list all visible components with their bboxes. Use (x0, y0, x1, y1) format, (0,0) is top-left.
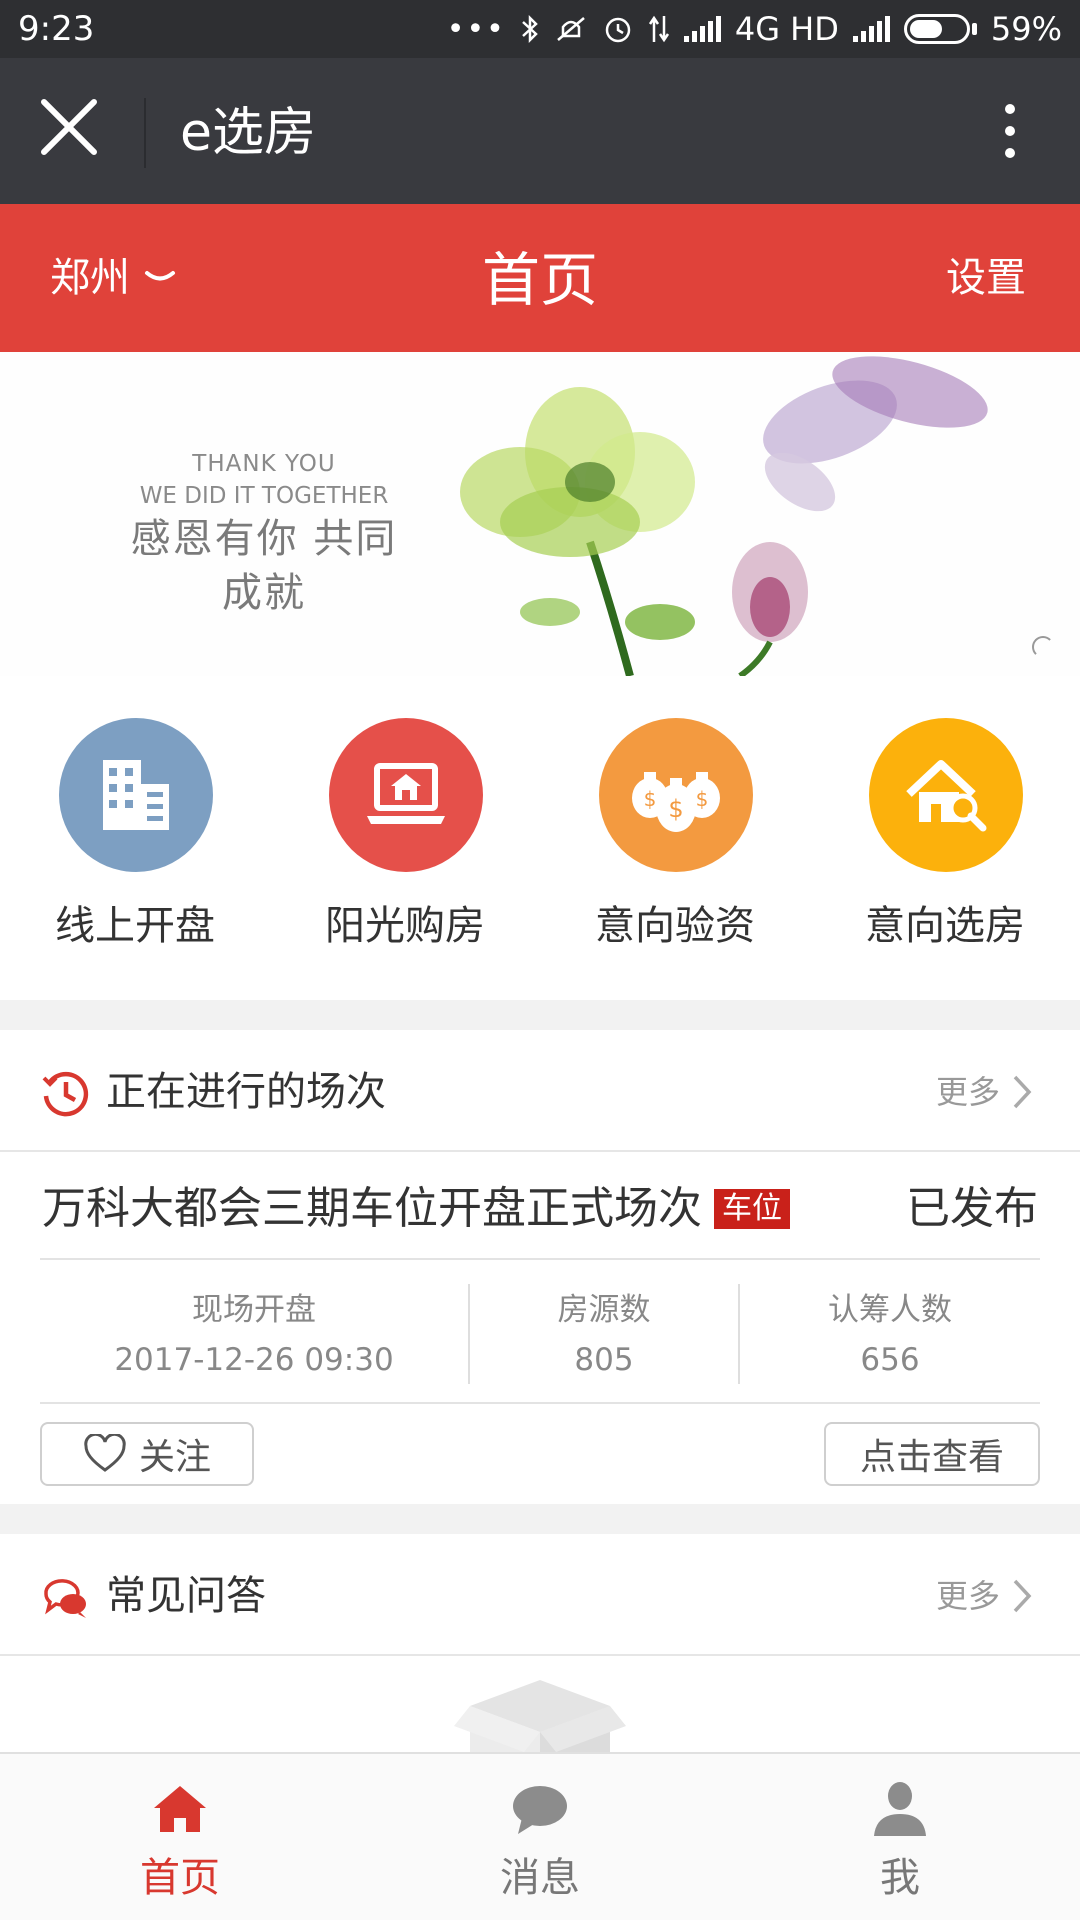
status-time: 9:23 (18, 9, 95, 49)
more-label: 更多 (935, 1073, 1000, 1111)
quick-actions: 线上开盘 阳光购房 $ $ $ 意向验资 意向选房 (0, 676, 1080, 1000)
session-card[interactable]: 万科大都会三期车位开盘正式场次 车位 已发布 现场开盘 2017-12-26 0… (0, 1154, 1080, 1504)
status-bar: 9:23 ••• 4G HD 59% (0, 0, 1080, 58)
status-icons: ••• 4G HD 59% (447, 10, 1062, 48)
user-icon (874, 1782, 926, 1836)
divider (40, 1258, 1040, 1260)
bottom-tab-bar: 首页 消息 我 (0, 1752, 1080, 1920)
tab-messages[interactable]: 消息 (360, 1754, 720, 1920)
mute-icon (557, 17, 585, 41)
sessions-more-link[interactable]: 更多 (936, 1068, 1032, 1116)
banner-line-1: THANK YOU (192, 451, 336, 477)
home-icon (154, 1786, 206, 1832)
money-bags-icon: $ $ $ (599, 718, 753, 872)
session-title: 万科大都会三期车位开盘正式场次 车位 (42, 1176, 790, 1242)
section-gap (0, 1504, 1080, 1534)
page-title: 首页 (481, 246, 598, 314)
session-tag: 车位 (714, 1189, 790, 1229)
svg-text:$: $ (644, 787, 657, 811)
stat-value: 656 (860, 1342, 920, 1378)
signal-icon (852, 16, 890, 42)
faq-more-link[interactable]: 更多 (936, 1572, 1032, 1620)
stat-subscribers: 认筹人数 656 (740, 1278, 1040, 1390)
battery-percent: 59% (990, 10, 1062, 48)
house-search-icon (869, 718, 1023, 872)
tab-label: 首页 (140, 1855, 220, 1901)
faq-header: 常见问答 更多 (0, 1534, 1080, 1656)
banner-line-2: WE DID IT TOGETHER (139, 483, 389, 509)
flower-illustration (460, 356, 988, 676)
svg-text:$: $ (668, 795, 683, 823)
stat-value: 805 (574, 1342, 634, 1378)
heart-icon (84, 1434, 126, 1472)
signal-icon (683, 16, 721, 42)
session-status: 已发布 (906, 1183, 1038, 1234)
faq-empty-state (0, 1656, 1080, 1752)
action-label: 阳光购房 (325, 903, 485, 949)
close-icon (41, 99, 97, 155)
empty-box-icon (454, 1680, 626, 1752)
tab-home[interactable]: 首页 (0, 1754, 360, 1920)
carousel-indicator (1032, 636, 1054, 658)
divider (144, 98, 146, 168)
action-label: 线上开盘 (55, 903, 215, 949)
chat-bubbles-icon (44, 1579, 86, 1618)
action-label: 意向验资 (595, 903, 755, 949)
action-intent-select[interactable]: 意向选房 (810, 676, 1080, 1000)
banner-carousel[interactable]: THANK YOU WE DID IT TOGETHER 感恩有你 共同成就 (0, 352, 1080, 676)
tab-label: 我 (880, 1855, 920, 1901)
more-menu-button[interactable] (980, 96, 1040, 176)
chevron-right-icon (1013, 1579, 1032, 1613)
section-title: 常见问答 (106, 1573, 266, 1619)
banner-line-3: 感恩有你 共同成就 (130, 516, 398, 616)
settings-link[interactable]: 设置 (946, 252, 1026, 304)
page-header: 郑州 首页 设置 (0, 204, 1080, 352)
more-vertical-icon (980, 104, 1040, 158)
section-title: 正在进行的场次 (106, 1069, 386, 1115)
tab-label: 消息 (500, 1855, 580, 1901)
follow-label: 关注 (138, 1437, 211, 1478)
stat-value: 2017-12-26 09:30 (114, 1342, 394, 1378)
stat-label: 现场开盘 (192, 1292, 316, 1328)
stat-label: 认筹人数 (828, 1292, 952, 1328)
alarm-icon (605, 17, 631, 43)
sessions-header: 正在进行的场次 更多 (0, 1030, 1080, 1152)
action-fund-verification[interactable]: $ $ $ 意向验资 (540, 676, 810, 1000)
stat-listings: 房源数 805 (470, 1278, 738, 1390)
more-dots-icon: ••• (446, 11, 506, 47)
svg-text:$: $ (696, 787, 709, 811)
laptop-house-icon (329, 718, 483, 872)
bluetooth-icon (521, 14, 538, 44)
banner-text: THANK YOU WE DID IT TOGETHER 感恩有你 共同成就 (124, 448, 404, 620)
action-sunshine-purchase[interactable]: 阳光购房 (270, 676, 540, 1000)
clock-icon (42, 1071, 89, 1117)
follow-button[interactable]: 关注 (40, 1422, 254, 1486)
battery-icon (903, 14, 977, 44)
app-title: e选房 (180, 103, 316, 163)
section-gap (0, 1000, 1080, 1030)
building-icon (59, 718, 213, 872)
divider (40, 1402, 1040, 1404)
session-stats: 现场开盘 2017-12-26 09:30 房源数 805 认筹人数 656 (40, 1278, 1040, 1390)
action-online-opening[interactable]: 线上开盘 (0, 676, 270, 1000)
chevron-right-icon (1013, 1075, 1032, 1109)
action-label: 意向选房 (865, 903, 1025, 949)
session-name: 万科大都会三期车位开盘正式场次 (42, 1183, 702, 1234)
tab-me[interactable]: 我 (720, 1754, 1080, 1920)
message-icon (513, 1786, 567, 1834)
close-button[interactable] (34, 92, 114, 172)
network-type: 4G HD (734, 10, 839, 48)
view-details-button[interactable]: 点击查看 (824, 1422, 1040, 1486)
data-icon (648, 15, 669, 43)
app-bar: e选房 (0, 58, 1080, 204)
more-label: 更多 (935, 1577, 1000, 1615)
stat-opening-time: 现场开盘 2017-12-26 09:30 (40, 1278, 468, 1390)
stat-label: 房源数 (557, 1292, 651, 1328)
